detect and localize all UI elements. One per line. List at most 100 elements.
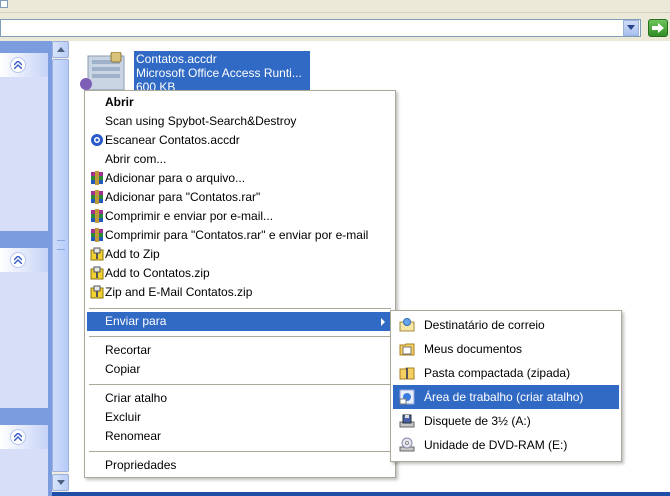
menu-item-rar-compress-email[interactable]: Comprimir e enviar por e-mail... — [87, 207, 393, 226]
menu-item-label: Abrir com... — [105, 152, 167, 166]
menu-item-label: Renomear — [105, 429, 162, 443]
mail-recipient-icon — [399, 318, 415, 332]
collapse-group-button[interactable] — [10, 429, 26, 445]
winzip-icon — [90, 266, 104, 280]
submenu-item-floppy-drive[interactable]: Disquete de 3½ (A:) — [393, 409, 619, 433]
file-label[interactable]: Contatos.accdr Microsoft Office Access R… — [134, 51, 310, 91]
menu-item-label: Excluir — [105, 410, 142, 424]
menu-item-label: Comprimir para "Contatos.rar" e enviar p… — [105, 228, 369, 242]
winrar-icon — [91, 228, 103, 242]
menu-item-spybot-scan[interactable]: Scan using Spybot-Search&Destroy — [87, 112, 393, 131]
menu-item-zip-add[interactable]: Add to Zip — [87, 245, 393, 264]
go-arrow-icon — [652, 23, 664, 33]
menu-item-label: Add to Zip — [105, 247, 160, 261]
menu-separator — [89, 308, 391, 309]
collapse-group-button[interactable] — [10, 252, 26, 268]
desktop-icon — [399, 389, 415, 405]
submenu-item-label: Pasta compactada (zipada) — [424, 366, 571, 380]
menu-item-open-with[interactable]: Abrir com... — [87, 150, 393, 169]
collapse-group-button[interactable] — [10, 57, 26, 73]
submenu-item-label: Área de trabalho (criar atalho) — [424, 390, 584, 404]
menu-item-label: Abrir — [105, 95, 134, 109]
submenu-item-label: Disquete de 3½ (A:) — [424, 414, 531, 428]
file-type: Microsoft Office Access Runti... — [136, 66, 302, 80]
chevron-down-icon — [627, 25, 635, 30]
floppy-drive-icon — [399, 414, 415, 428]
task-group-header — [0, 248, 48, 272]
submenu-arrow-icon — [381, 318, 385, 326]
submenu-item-desktop-shortcut[interactable]: Área de trabalho (criar atalho) — [393, 385, 619, 409]
toolbar — [0, 0, 670, 13]
menu-separator — [89, 336, 391, 337]
submenu-item-label: Destinatário de correio — [424, 318, 545, 332]
submenu-item-zip-folder[interactable]: Pasta compactada (zipada) — [393, 361, 619, 385]
address-input[interactable] — [0, 19, 641, 37]
menu-item-delete[interactable]: Excluir — [87, 408, 393, 427]
menu-item-open[interactable]: Abrir — [87, 93, 393, 112]
menu-item-label: Enviar para — [105, 314, 167, 328]
menu-item-label: Comprimir e enviar por e-mail... — [105, 209, 274, 223]
chevrons-up-icon — [14, 433, 22, 441]
go-button[interactable] — [648, 19, 668, 37]
menu-item-zip-email[interactable]: Zip and E-Mail Contatos.zip — [87, 283, 393, 302]
task-group-3 — [0, 425, 48, 496]
menu-separator — [89, 384, 391, 385]
winrar-icon — [91, 171, 103, 185]
winzip-icon — [90, 285, 104, 299]
menu-item-send-to[interactable]: Enviar para — [87, 312, 393, 331]
winrar-icon — [91, 209, 103, 223]
menu-separator — [89, 451, 391, 452]
menu-item-label: Criar atalho — [105, 391, 168, 405]
chevrons-up-icon — [14, 61, 22, 69]
menu-item-label: Adicionar para "Contatos.rar" — [105, 190, 261, 204]
scroll-up-button[interactable] — [52, 41, 69, 58]
scroll-thumb[interactable] — [52, 59, 69, 472]
address-dropdown-button[interactable] — [623, 20, 639, 36]
menu-item-cut[interactable]: Recortar — [87, 341, 393, 360]
winrar-icon — [91, 190, 103, 204]
toolbar-button-icon[interactable] — [0, 0, 8, 8]
taskbar-edge — [52, 492, 670, 496]
winzip-icon — [90, 247, 104, 261]
menu-item-rar-add-archive[interactable]: Adicionar para o arquivo... — [87, 169, 393, 188]
vertical-scrollbar[interactable] — [52, 41, 69, 492]
menu-item-rar-add-named[interactable]: Adicionar para "Contatos.rar" — [87, 188, 393, 207]
menu-item-antivirus-scan[interactable]: Escanear Contatos.accdr — [87, 131, 393, 150]
submenu-item-dvd-drive[interactable]: Unidade de DVD-RAM (E:) — [393, 433, 619, 457]
zip-folder-icon — [399, 367, 415, 380]
send-to-submenu: Destinatário de correio Meus documentos … — [390, 310, 622, 462]
arrow-down-icon — [56, 480, 65, 485]
submenu-item-my-documents[interactable]: Meus documentos — [393, 337, 619, 361]
menu-item-rar-compress-named-email[interactable]: Comprimir para "Contatos.rar" e enviar p… — [87, 226, 393, 245]
menu-item-label: Adicionar para o arquivo... — [105, 171, 246, 185]
menu-item-create-shortcut[interactable]: Criar atalho — [87, 389, 393, 408]
task-group-2 — [0, 248, 48, 408]
submenu-item-mail-recipient[interactable]: Destinatário de correio — [393, 313, 619, 337]
menu-item-label: Propriedades — [105, 458, 177, 472]
task-group-header — [0, 425, 48, 449]
menu-item-label: Add to Contatos.zip — [105, 266, 210, 280]
scroll-grip-icon — [57, 240, 65, 250]
menu-item-label: Recortar — [105, 343, 152, 357]
menu-item-label: Copiar — [105, 362, 141, 376]
menu-item-label: Zip and E-Mail Contatos.zip — [105, 285, 253, 299]
dvd-drive-icon — [399, 437, 415, 452]
task-pane — [0, 41, 52, 496]
avira-scan-icon — [91, 134, 103, 146]
scroll-down-button[interactable] — [52, 474, 69, 491]
menu-item-label: Escanear Contatos.accdr — [105, 133, 240, 147]
submenu-item-label: Meus documentos — [424, 342, 523, 356]
chevrons-up-icon — [14, 256, 22, 264]
menu-item-zip-add-named[interactable]: Add to Contatos.zip — [87, 264, 393, 283]
arrow-up-icon — [56, 47, 65, 52]
menu-item-copy[interactable]: Copiar — [87, 360, 393, 379]
menu-item-properties[interactable]: Propriedades — [87, 456, 393, 475]
address-bar — [0, 13, 670, 41]
task-group-header — [0, 53, 48, 77]
menu-item-rename[interactable]: Renomear — [87, 427, 393, 446]
file-name: Contatos.accdr — [136, 52, 217, 66]
task-group-1 — [0, 53, 48, 231]
submenu-item-label: Unidade de DVD-RAM (E:) — [424, 438, 568, 452]
menu-item-label: Scan using Spybot-Search&Destroy — [105, 114, 297, 128]
my-documents-icon — [399, 343, 415, 356]
